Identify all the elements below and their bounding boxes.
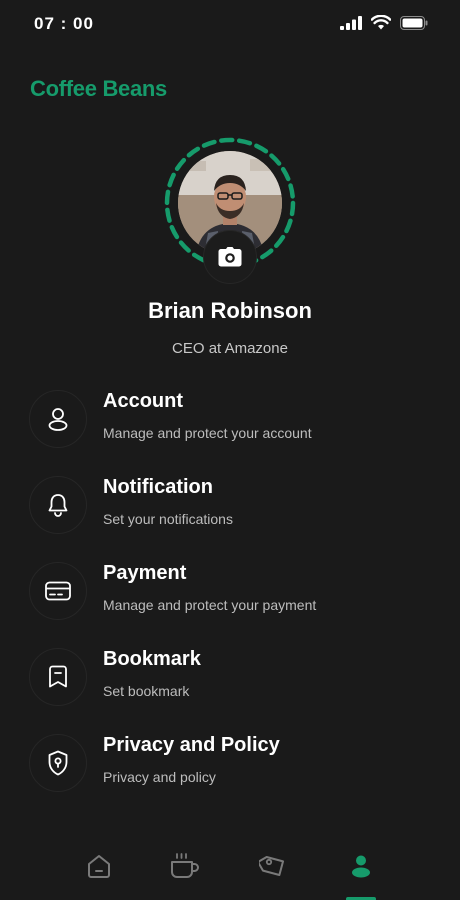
status-time: 07 : 00 [34,14,94,33]
menu-title: Notification [103,476,213,498]
menu-item-privacy-policy[interactable]: Privacy and Policy Privacy and policy [0,730,460,800]
tab-tag[interactable] [251,844,295,888]
status-bar: 07 : 00 [0,0,460,48]
coffee-cup-icon [171,853,199,878]
tag-icon [259,855,285,877]
menu-icon-wrap [29,648,87,706]
menu-icon-wrap [29,476,87,534]
menu-icon-wrap [29,562,87,620]
bookmark-icon [49,665,67,688]
profile-role: CEO at Amazone [172,340,288,357]
shield-icon [48,750,68,776]
menu-subtitle: Manage and protect your account [103,425,312,441]
menu-icon-wrap [29,734,87,792]
tab-coffee[interactable] [163,844,207,888]
app-title: Coffee Beans [30,76,167,101]
home-icon [88,855,110,878]
menu-item-bookmark[interactable]: Bookmark Set bookmark [0,644,460,714]
signal-icon [340,15,362,30]
bell-icon [48,494,68,517]
camera-icon [218,247,242,267]
user-icon [48,408,68,431]
menu-item-notification[interactable]: Notification Set your notifications [0,472,460,542]
profile-avatar-group [163,136,297,284]
menu-item-payment[interactable]: Payment Manage and protect your payment [0,558,460,628]
menu-title: Payment [103,562,187,584]
menu-subtitle: Set bookmark [103,683,190,699]
profile-name: Brian Robinson [148,298,312,323]
menu-title: Account [103,390,183,412]
status-icons [340,15,428,30]
wifi-icon [371,15,391,30]
profile-icon [352,855,370,878]
menu-subtitle: Manage and protect your payment [103,597,317,613]
menu-subtitle: Set your notifications [103,511,233,527]
menu-item-account[interactable]: Account Manage and protect your account [0,386,460,456]
tab-profile[interactable] [339,844,383,888]
bottom-tab-bar [0,836,460,900]
card-icon [45,581,71,601]
menu-icon-wrap [29,390,87,448]
menu-title: Privacy and Policy [103,734,280,756]
change-photo-button[interactable] [203,230,257,284]
menu-title: Bookmark [103,648,201,670]
battery-icon [400,15,428,30]
tab-home[interactable] [77,844,121,888]
menu-subtitle: Privacy and policy [103,769,216,785]
